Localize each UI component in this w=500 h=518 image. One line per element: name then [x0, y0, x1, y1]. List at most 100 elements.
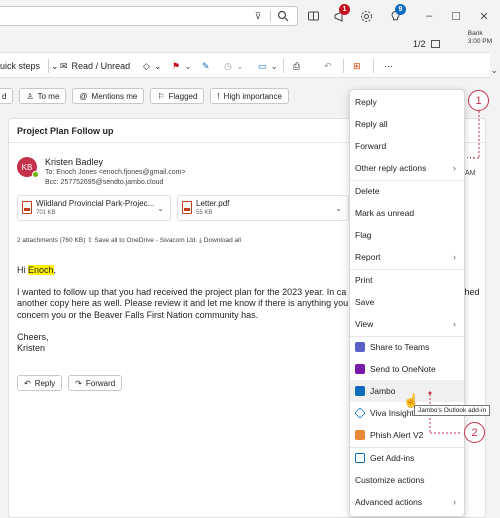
title-bar: ⊽ 1 9 – ☐ ✕	[0, 0, 500, 32]
calendar-icon[interactable]	[431, 40, 440, 48]
rules-icon: ▭	[258, 60, 267, 71]
reply-icon: ↶	[24, 378, 31, 388]
menu-item-view[interactable]: View ›	[350, 313, 464, 335]
ribbon-collapse-chevron-icon[interactable]: ⌄	[490, 65, 498, 76]
menu-item-advanced-actions[interactable]: Advanced actions ›	[350, 491, 464, 513]
filter-high-importance[interactable]: ! High importance	[210, 88, 289, 104]
print-button[interactable]: ⎙	[293, 58, 300, 74]
attachment-card[interactable]: Wildland Provincial Park-Projec... 701 K…	[17, 195, 171, 221]
flag-icon: ⚐	[157, 91, 165, 101]
pdf-file-icon	[182, 201, 192, 214]
search-box[interactable]: ⊽	[0, 6, 298, 26]
flag-button[interactable]: ⚑ ⌄	[172, 58, 192, 74]
filter-label: To me	[37, 91, 60, 101]
undo-button[interactable]: ↶	[324, 58, 332, 74]
close-button[interactable]: ✕	[475, 7, 493, 25]
tips-badge: 9	[395, 4, 406, 15]
jambo-icon	[355, 386, 365, 396]
pin-button[interactable]: ✎	[202, 58, 210, 74]
maximize-button[interactable]: ☐	[447, 7, 465, 25]
clock-icon: ◷	[224, 60, 232, 71]
read-unread-button[interactable]: ✉ Read / Unread	[60, 58, 130, 74]
menu-item-mark-unread[interactable]: Mark as unread	[350, 202, 464, 224]
snooze-button[interactable]: ◷ ⌄	[224, 58, 243, 74]
menu-label: Send to OneNote	[370, 364, 436, 374]
chevron-right-icon: ›	[453, 319, 456, 329]
filter-label: Flagged	[168, 91, 198, 101]
addin-button[interactable]: ⊞	[353, 58, 361, 74]
chevron-right-icon: ›	[453, 163, 456, 173]
filter-mentions-me[interactable]: @ Mentions me	[72, 88, 145, 104]
quick-steps-button[interactable]: uick steps	[0, 58, 40, 74]
attachment-size: 55 KB	[196, 210, 213, 216]
reply-button[interactable]: ↶ Reply	[17, 375, 63, 391]
body-line-1-text: I wanted to follow up that you had recei…	[17, 287, 347, 298]
search-icon[interactable]	[277, 10, 289, 22]
menu-item-phish-alert[interactable]: Phish Alert V2	[350, 424, 464, 446]
pager-text: 1/2	[412, 39, 426, 49]
forward-button[interactable]: ↷ Forward	[68, 375, 123, 391]
rules-button[interactable]: ▭ ⌄	[258, 58, 278, 74]
filter-pill-first[interactable]: d	[0, 88, 14, 104]
minimize-button[interactable]: –	[420, 7, 438, 25]
lightbulb-icon[interactable]: 9	[386, 4, 406, 25]
menu-item-other-reply-actions[interactable]: Other reply actions ›	[350, 157, 464, 179]
pin-icon: ✎	[202, 60, 210, 71]
chevron-down-icon[interactable]: ⌄	[51, 58, 59, 74]
presence-indicator	[32, 171, 39, 178]
forward-icon: ↷	[75, 378, 82, 388]
bcc-recipients: Bcc: 257752695@sendto.jambo.cloud	[45, 179, 164, 186]
chevron-down-icon[interactable]: ⌄	[335, 204, 342, 213]
menu-item-print[interactable]: Print	[350, 269, 464, 291]
chevron-right-icon: ›	[453, 252, 456, 262]
attachment-name: Letter.pdf	[196, 199, 230, 208]
categorize-button[interactable]: ◇ ⌄	[143, 58, 161, 74]
menu-label: Jambo	[370, 386, 396, 396]
menu-label: Viva Insights	[370, 408, 419, 418]
menu-item-save[interactable]: Save	[350, 291, 464, 313]
attachment-card[interactable]: Letter.pdf 55 KB ⌄	[177, 195, 349, 221]
toolbar-divider	[48, 59, 49, 73]
sender-name[interactable]: Kristen Badley	[45, 157, 103, 167]
filter-to-me[interactable]: ♙ To me	[19, 88, 67, 104]
printer-icon: ⎙	[293, 60, 301, 71]
exclamation-icon: !	[217, 91, 220, 101]
megaphone-icon[interactable]: 1	[330, 4, 350, 25]
chevron-down-icon: ⌄	[235, 60, 244, 71]
menu-label: Report	[355, 252, 381, 262]
menu-item-flag[interactable]: Flag	[350, 224, 464, 246]
menu-item-reply-all[interactable]: Reply all	[350, 113, 464, 135]
menu-item-delete[interactable]: Delete	[350, 180, 464, 202]
reply-label: Reply	[34, 378, 56, 388]
phish-alert-icon	[355, 430, 365, 440]
attachment-summary[interactable]: 2 attachments (760 KB) ⇪ Save all to One…	[17, 236, 241, 245]
menu-item-share-to-teams[interactable]: Share to Teams	[350, 336, 464, 358]
menu-item-reply[interactable]: Reply	[350, 91, 464, 113]
menu-item-report[interactable]: Report ›	[350, 246, 464, 268]
envelope-icon: ✉	[60, 60, 68, 71]
menu-label: Flag	[355, 230, 372, 240]
callout-one: 1	[468, 90, 489, 111]
chevron-down-icon: ⌄	[184, 60, 192, 71]
read-unread-label: Read / Unread	[71, 61, 131, 71]
menu-item-customize-actions[interactable]: Customize actions	[350, 469, 464, 491]
filter-flagged[interactable]: ⚐ Flagged	[150, 88, 205, 104]
filter-icon[interactable]: ⊽	[253, 11, 263, 21]
menu-item-get-add-ins[interactable]: Get Add-ins	[350, 447, 464, 469]
more-actions-ellipsis-icon[interactable]: ···	[466, 152, 475, 162]
menu-label: Share to Teams	[370, 342, 430, 352]
menu-item-send-to-onenote[interactable]: Send to OneNote	[350, 358, 464, 380]
menu-label: Advanced actions	[355, 497, 423, 507]
settings-gear-icon[interactable]	[357, 7, 375, 25]
immersive-reader-icon[interactable]	[304, 7, 322, 25]
mailbox-time: 3:00 PM	[467, 38, 492, 45]
more-options-button[interactable]: ···	[384, 58, 393, 74]
greeting-prefix: Hi	[17, 265, 28, 275]
menu-item-forward[interactable]: Forward	[350, 135, 464, 157]
viva-insights-icon	[354, 407, 366, 419]
onenote-icon	[355, 364, 365, 374]
chevron-down-icon[interactable]: ⌄	[157, 204, 164, 213]
to-recipients: To: Enoch Jones <enoch.fjones@gmail.com>	[45, 169, 186, 176]
menu-label: Print	[355, 275, 373, 285]
toolbar-divider	[343, 59, 344, 73]
